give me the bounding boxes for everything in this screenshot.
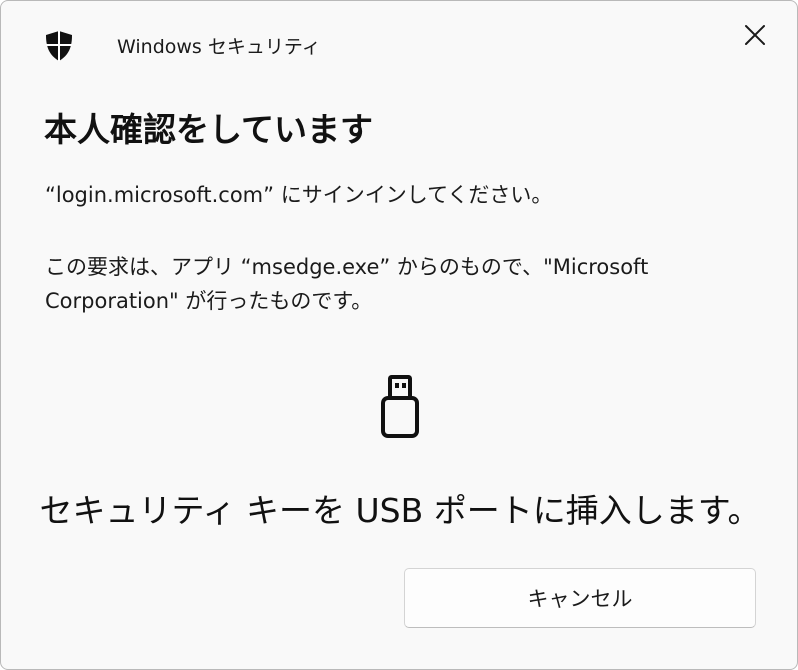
windows-security-dialog: Windows セキュリティ 本人確認をしています “login.microso… [0, 0, 798, 670]
insert-key-instruction: セキュリティ キーを USB ポートに挿入します。 [39, 491, 761, 530]
sign-in-site-message: “login.microsoft.com” にサインインしてください。 [45, 183, 553, 207]
title-bar: Windows セキュリティ [1, 1, 797, 91]
close-icon [745, 25, 765, 45]
usb-key-icon [381, 375, 419, 438]
cancel-button[interactable]: キャンセル [404, 568, 756, 628]
close-button[interactable] [735, 15, 775, 55]
dialog-heading: 本人確認をしています [44, 110, 374, 149]
app-title: Windows セキュリティ [117, 36, 321, 58]
shield-icon [46, 31, 72, 61]
request-origin-message: この要求は、アプリ “msedge.exe” からのもので、"Microsoft… [45, 255, 649, 313]
